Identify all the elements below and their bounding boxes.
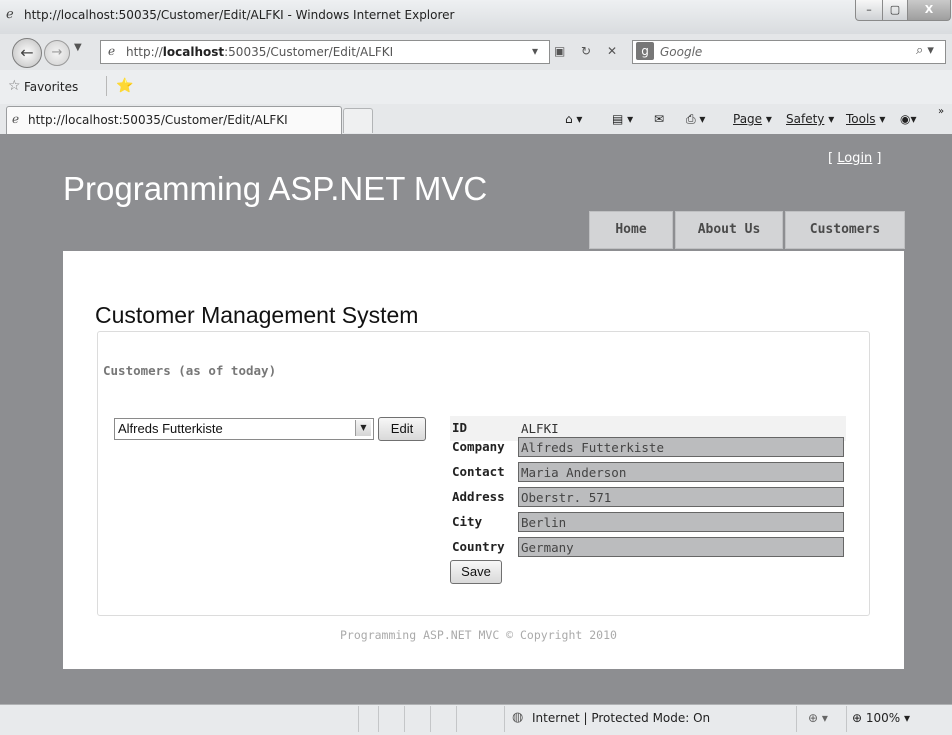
tools-menu[interactable]: Tools ▾ [846,112,885,126]
chevron-right-icon[interactable]: » [938,106,944,117]
page-menu[interactable]: Page ▾ [733,112,772,126]
internet-explorer-icon: ℯ [6,7,14,22]
site-title: Programming ASP.NET MVC [63,170,488,207]
address-field[interactable]: Oberstr. 571 [518,487,844,507]
company-field[interactable]: Alfreds Futterkiste [518,437,844,457]
safety-menu[interactable]: Safety ▾ [786,112,834,126]
page-footer: Programming ASP.NET MVC © Copyright 2010 [340,628,617,642]
compatibility-view-icon[interactable]: ▣ [554,44,565,58]
globe-icon: ◍ [512,710,524,725]
safety-menu-label: Safety [786,112,825,126]
status-divider [358,706,359,732]
favorites-bar [0,70,952,105]
detail-row-company: Company Alfreds Futterkiste [450,435,846,460]
security-zone-status[interactable]: Internet | Protected Mode: On [532,711,710,725]
read-mail-icon[interactable]: ✉ [654,112,664,126]
contact-label: Contact [452,464,505,479]
page-title: Customer Management System [95,302,419,328]
google-search-provider-icon[interactable]: g [636,42,654,60]
country-field[interactable]: Germany [518,537,844,557]
page-menu-label: Page [733,112,763,126]
maximize-button[interactable]: ▢ [882,0,908,21]
status-divider [378,706,379,732]
login-link[interactable]: Login [837,151,872,166]
tools-menu-label: Tools [846,112,876,126]
status-divider [846,706,847,732]
nav-customers-tab[interactable]: Customers [785,211,905,249]
zoom-value: 100% [865,711,901,725]
status-divider [504,706,505,732]
nav-home-tab[interactable]: Home [589,211,673,249]
detail-row-contact: Contact Maria Anderson [450,460,846,485]
company-label: Company [452,439,505,454]
detail-row-country: Country Germany [450,535,846,560]
chevron-down-icon[interactable]: ▼ [355,420,371,436]
favorites-star-icon[interactable]: ☆ [8,78,21,94]
tab-title: http://localhost:50035/Customer/Edit/ALF… [28,113,288,127]
address-label: Address [452,489,505,504]
search-placeholder: Google [660,45,703,59]
city-field[interactable]: Berlin [518,512,844,532]
close-button[interactable]: X [907,0,951,21]
customer-select-value: Alfreds Futterkiste [118,421,223,436]
zoom-level[interactable]: ⊕ 100% ▾ [852,711,910,725]
refresh-icon[interactable]: ↻ [581,44,591,58]
detail-row-address: Address Oberstr. 571 [450,485,846,510]
stop-icon[interactable]: ✕ [607,44,617,58]
status-divider [796,706,797,732]
protected-mode-icon[interactable]: ⊕ ▾ [808,711,828,725]
url-host: localhost [162,45,225,59]
id-label: ID [452,420,468,435]
help-icon[interactable]: ◉▾ [900,112,917,126]
panel-caption: Customers (as of today) [103,363,277,378]
home-icon[interactable]: ⌂ ▾ [565,112,582,126]
search-icon[interactable]: ⌕ ▾ [916,43,934,58]
url-prefix: http:// [126,45,163,59]
print-icon[interactable]: ⎙ ▾ [686,112,705,127]
feeds-icon[interactable]: ▤ ▾ [612,112,633,126]
forward-button[interactable]: → [44,40,70,66]
status-divider [456,706,457,732]
favorites-divider [106,76,107,96]
status-divider [404,706,405,732]
edit-button[interactable]: Edit [378,417,426,441]
save-button[interactable]: Save [450,560,502,584]
login-link-container: [ Login ] [828,151,882,166]
login-bracket-close: ] [872,151,882,166]
detail-row-city: City Berlin [450,510,846,535]
country-label: Country [452,539,505,554]
recent-pages-dropdown-icon[interactable]: ▼ [74,42,82,53]
contact-field[interactable]: Maria Anderson [518,462,844,482]
favorites-button[interactable]: Favorites [24,80,78,94]
login-bracket-open: [ [828,151,838,166]
address-dropdown-icon[interactable]: ▾ [532,44,538,58]
status-divider [430,706,431,732]
nav-about-us-tab[interactable]: About Us [675,211,783,249]
minimize-button[interactable]: – [855,0,883,21]
back-button[interactable]: ← [12,38,42,68]
city-label: City [452,514,483,529]
window-title: http://localhost:50035/Customer/Edit/ALF… [24,8,455,22]
address-url[interactable]: http://localhost:50035/Customer/Edit/ALF… [126,45,393,59]
url-path: :50035/Customer/Edit/ALFKI [224,45,394,59]
page-icon: ℯ [108,44,116,58]
add-to-favorites-bar-icon[interactable]: ⭐ [116,78,133,94]
new-tab-button[interactable] [343,108,373,133]
tab-page-icon: ℯ [12,112,20,126]
